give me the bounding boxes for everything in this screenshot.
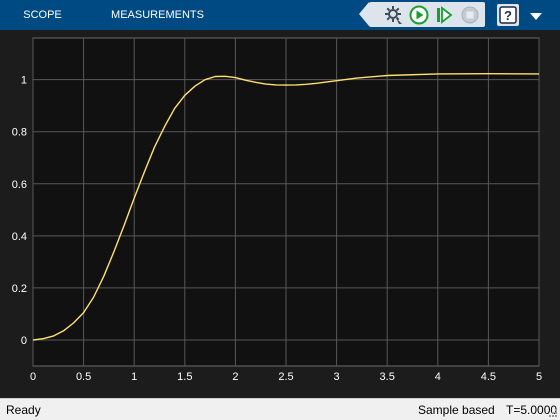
tab-scope[interactable]: SCOPE bbox=[0, 0, 85, 30]
settings-icon[interactable] bbox=[383, 4, 405, 26]
stop-icon[interactable] bbox=[459, 4, 481, 26]
scope-plot[interactable]: 0 0.5 1 1.5 2 2.5 3 3.5 4 4.5 5 0 0.2 0.4 0.6 0.8 1 bbox=[0, 30, 560, 398]
x-tick-label: 2.5 bbox=[278, 371, 293, 383]
x-tick-label: 4.5 bbox=[481, 371, 496, 383]
x-tick-label: 3 bbox=[334, 371, 340, 383]
toolstrip-arrow bbox=[359, 2, 369, 26]
x-tick-label: 0.5 bbox=[76, 371, 91, 383]
help-button[interactable]: ? bbox=[497, 4, 519, 26]
status-mode-text: Sample based bbox=[418, 403, 495, 417]
resize-grip-icon[interactable] bbox=[548, 408, 558, 418]
y-tick-label: 0.6 bbox=[12, 179, 27, 191]
y-tick-label: 0.2 bbox=[12, 283, 27, 295]
menu-icon[interactable] bbox=[524, 4, 548, 26]
help-icon: ? bbox=[499, 6, 517, 24]
x-tick-label: 3.5 bbox=[380, 371, 395, 383]
status-ready-text: Ready bbox=[6, 403, 41, 417]
step-forward-icon[interactable] bbox=[433, 4, 455, 26]
tab-measurements[interactable]: MEASUREMENTS bbox=[85, 0, 230, 30]
x-tick-label: 0 bbox=[30, 371, 36, 383]
y-tick-label: 1 bbox=[21, 75, 27, 87]
y-tick-label: 0.4 bbox=[12, 231, 27, 243]
x-tick-label: 2 bbox=[232, 371, 238, 383]
svg-text:?: ? bbox=[504, 8, 512, 23]
run-icon[interactable] bbox=[408, 4, 430, 26]
y-tick-label: 0 bbox=[21, 335, 27, 347]
y-tick-label: 0.8 bbox=[12, 127, 27, 139]
x-tick-label: 4 bbox=[435, 371, 441, 383]
x-tick-label: 5 bbox=[536, 371, 542, 383]
top-toolbar: SCOPE MEASUREMENTS ? bbox=[0, 0, 560, 30]
status-bar: Ready Sample based T=5.0000 bbox=[0, 398, 560, 420]
x-tick-label: 1 bbox=[131, 371, 137, 383]
x-tick-label: 1.5 bbox=[177, 371, 192, 383]
